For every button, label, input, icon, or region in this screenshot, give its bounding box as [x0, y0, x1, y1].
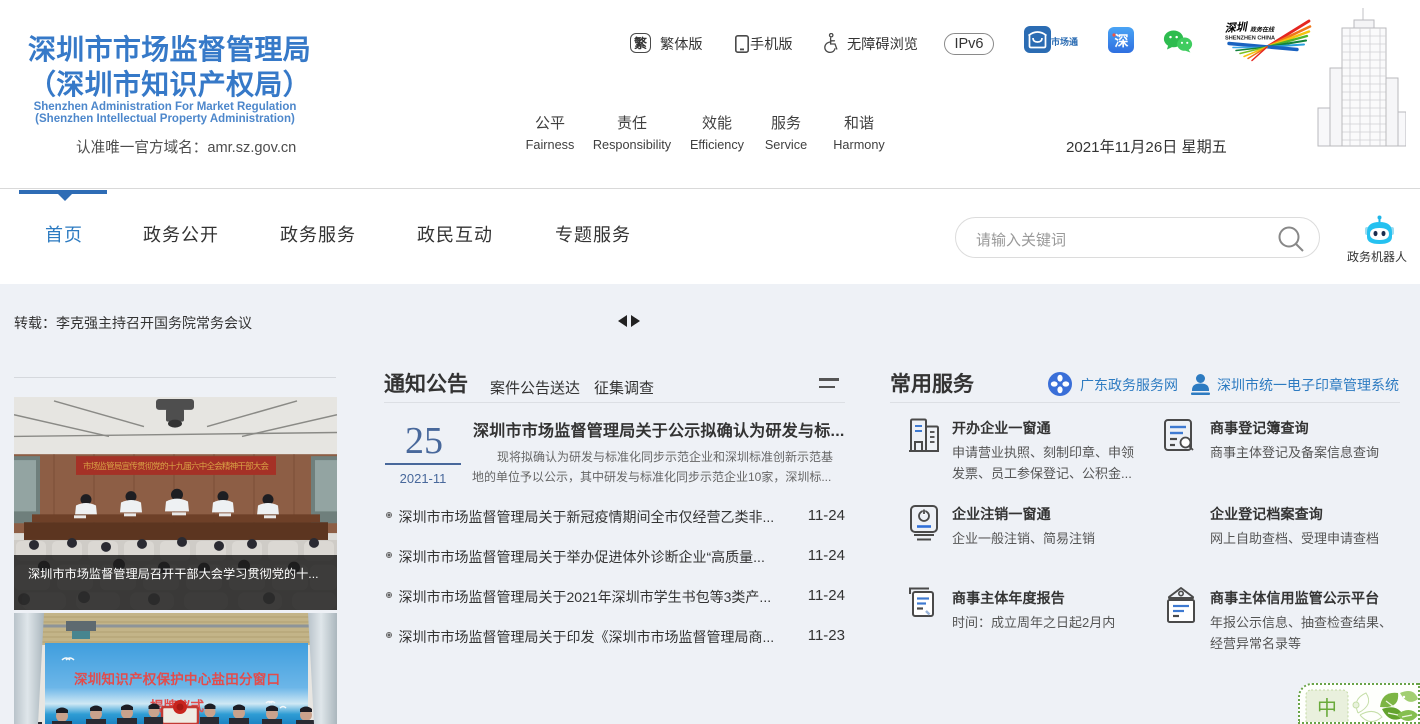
- svg-text:市场监管局宣传贯彻党的十九届六中全会精神干部大会: 市场监管局宣传贯彻党的十九届六中全会精神干部大会: [83, 461, 270, 471]
- svg-text:政务在线: 政务在线: [1250, 26, 1275, 34]
- svg-text:中: 中: [1317, 697, 1337, 720]
- svg-text:SHENZHEN CHINA: SHENZHEN CHINA: [1225, 36, 1275, 42]
- svg-text:深圳知识产权保护中心盐田分窗口: 深圳知识产权保护中心盐田分窗口: [74, 671, 280, 687]
- svg-text:深圳: 深圳: [1224, 20, 1249, 35]
- svg-text:深: 深: [1115, 33, 1129, 49]
